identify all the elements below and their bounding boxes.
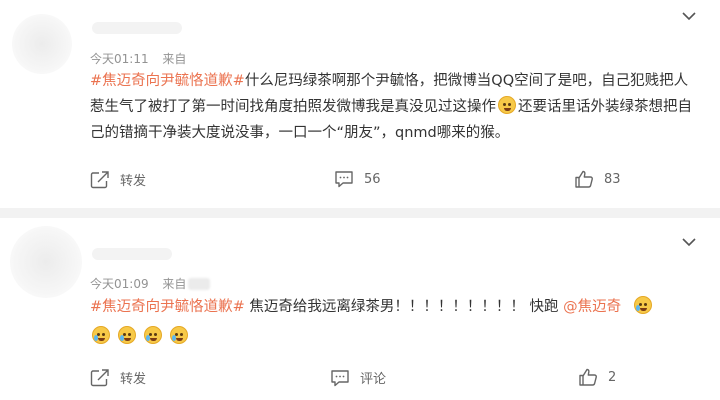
share-icon [90,368,109,386]
emoji-row [90,326,190,345]
share-label: 转发 [120,174,147,189]
like-count: 83 [604,171,621,187]
comment-icon [335,171,353,188]
hashtag-link[interactable]: #焦迈奇向尹毓恪道歉# [90,73,245,89]
comment-button[interactable]: 评论 [330,368,386,387]
share-icon [90,170,109,188]
mention-link[interactable]: @焦迈奇 [563,299,621,315]
share-button[interactable]: 转发 [90,368,146,387]
comment-label: 评论 [360,372,387,387]
card-separator [0,208,720,218]
post-content: #焦迈奇向尹毓恪道歉#什么尼玛绿茶啊那个尹毓恪，把微博当QQ空间了是吧，自己犯贱… [90,68,700,146]
comment-button[interactable]: 56 [334,170,381,188]
comment-count: 56 [364,171,381,187]
chevron-down-icon[interactable] [682,11,696,21]
timestamp: 今天01:09 [90,277,149,291]
timestamp: 今天01:11 [90,52,149,66]
like-button[interactable]: 2 [578,368,616,386]
post-meta: 今天01:09 来自 [90,275,211,292]
crying-emoji-icon [170,326,188,344]
share-button[interactable]: 转发 [90,170,146,189]
username-blurred[interactable] [92,248,172,260]
share-label: 转发 [120,372,147,387]
like-button[interactable]: 83 [574,170,621,188]
source-label: 来自 [162,277,187,291]
thinking-emoji-icon [498,96,516,114]
crying-emoji-icon [92,326,110,344]
username-blurred[interactable] [92,22,182,34]
avatar[interactable] [10,226,82,298]
avatar[interactable] [12,14,72,74]
crying-emoji-icon [144,326,162,344]
chevron-down-icon[interactable] [682,237,696,247]
source-label: 来自 [162,52,187,66]
weibo-comment-card: 今天01:11 来自 #焦迈奇向尹毓恪道歉#什么尼玛绿茶啊那个尹毓恪，把微博当Q… [0,0,720,208]
comment-icon [331,369,349,386]
thumbs-up-icon [579,368,597,386]
post-content: #焦迈奇向尹毓恪道歉# 焦迈奇给我远离绿茶男！！！！！！！！！ 快跑 @焦迈奇 [90,294,700,320]
hashtag-link[interactable]: #焦迈奇向尹毓恪道歉# [90,299,245,315]
source-blurred [188,278,211,290]
post-meta: 今天01:11 来自 [90,50,186,67]
thumbs-up-icon [575,170,593,188]
like-count: 2 [608,369,617,385]
crying-emoji-icon [633,296,652,314]
weibo-comment-card: 今天01:09 来自 #焦迈奇向尹毓恪道歉# 焦迈奇给我远离绿茶男！！！！！！！… [0,218,720,400]
crying-emoji-icon [118,326,136,344]
post-text: 焦迈奇给我远离绿茶男！！！！！！！！！ 快跑 [244,299,564,315]
